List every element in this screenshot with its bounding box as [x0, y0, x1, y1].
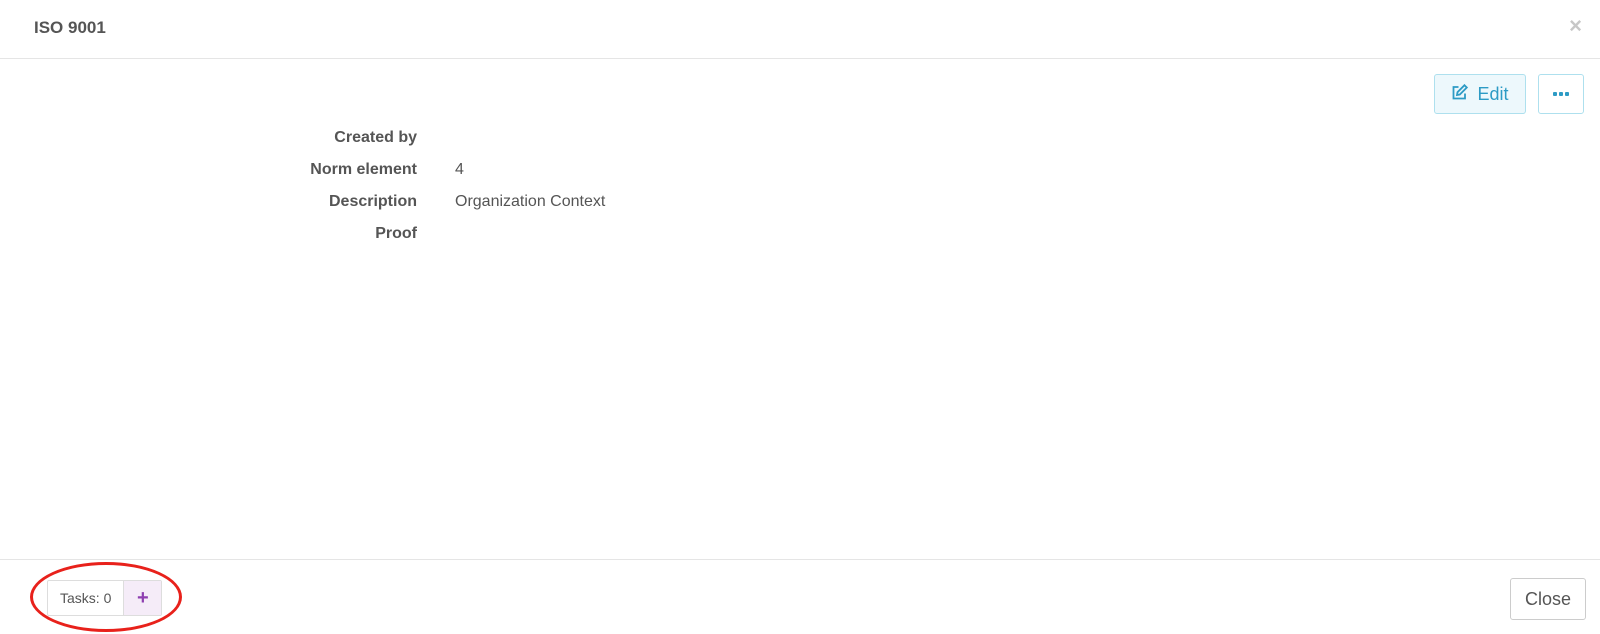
edit-button[interactable]: Edit	[1434, 74, 1526, 114]
detail-label: Norm element	[310, 161, 417, 178]
add-task-button[interactable]: +	[124, 581, 162, 615]
detail-label: Description	[328, 193, 417, 210]
detail-row-created-by: Created by	[0, 122, 900, 154]
detail-label: Proof	[375, 225, 417, 242]
modal-dialog: ISO 9001 × Edit Created by Norm element …	[0, 0, 1600, 634]
edit-button-label: Edit	[1477, 83, 1509, 104]
detail-label: Created by	[334, 129, 417, 146]
modal-header: ISO 9001 ×	[0, 0, 1600, 59]
details-list: Created by Norm element 4 Description Or…	[0, 122, 900, 250]
plus-icon: +	[137, 586, 149, 609]
edit-icon	[1451, 83, 1469, 106]
more-options-button[interactable]	[1538, 74, 1584, 114]
modal-footer: Tasks: 0 + Close	[0, 559, 1600, 634]
tasks-count[interactable]: Tasks: 0	[48, 581, 125, 615]
close-button[interactable]: Close	[1510, 578, 1586, 620]
detail-value: 4	[455, 161, 464, 178]
detail-row-description: Description Organization Context	[0, 186, 900, 218]
tasks-group: Tasks: 0 +	[47, 580, 163, 616]
modal-title: ISO 9001	[34, 18, 106, 37]
detail-row-proof: Proof	[0, 218, 900, 250]
detail-row-norm-element: Norm element 4	[0, 154, 900, 186]
close-icon[interactable]: ×	[1569, 13, 1582, 39]
ellipsis-icon	[1553, 92, 1569, 96]
detail-value: Organization Context	[455, 193, 606, 210]
